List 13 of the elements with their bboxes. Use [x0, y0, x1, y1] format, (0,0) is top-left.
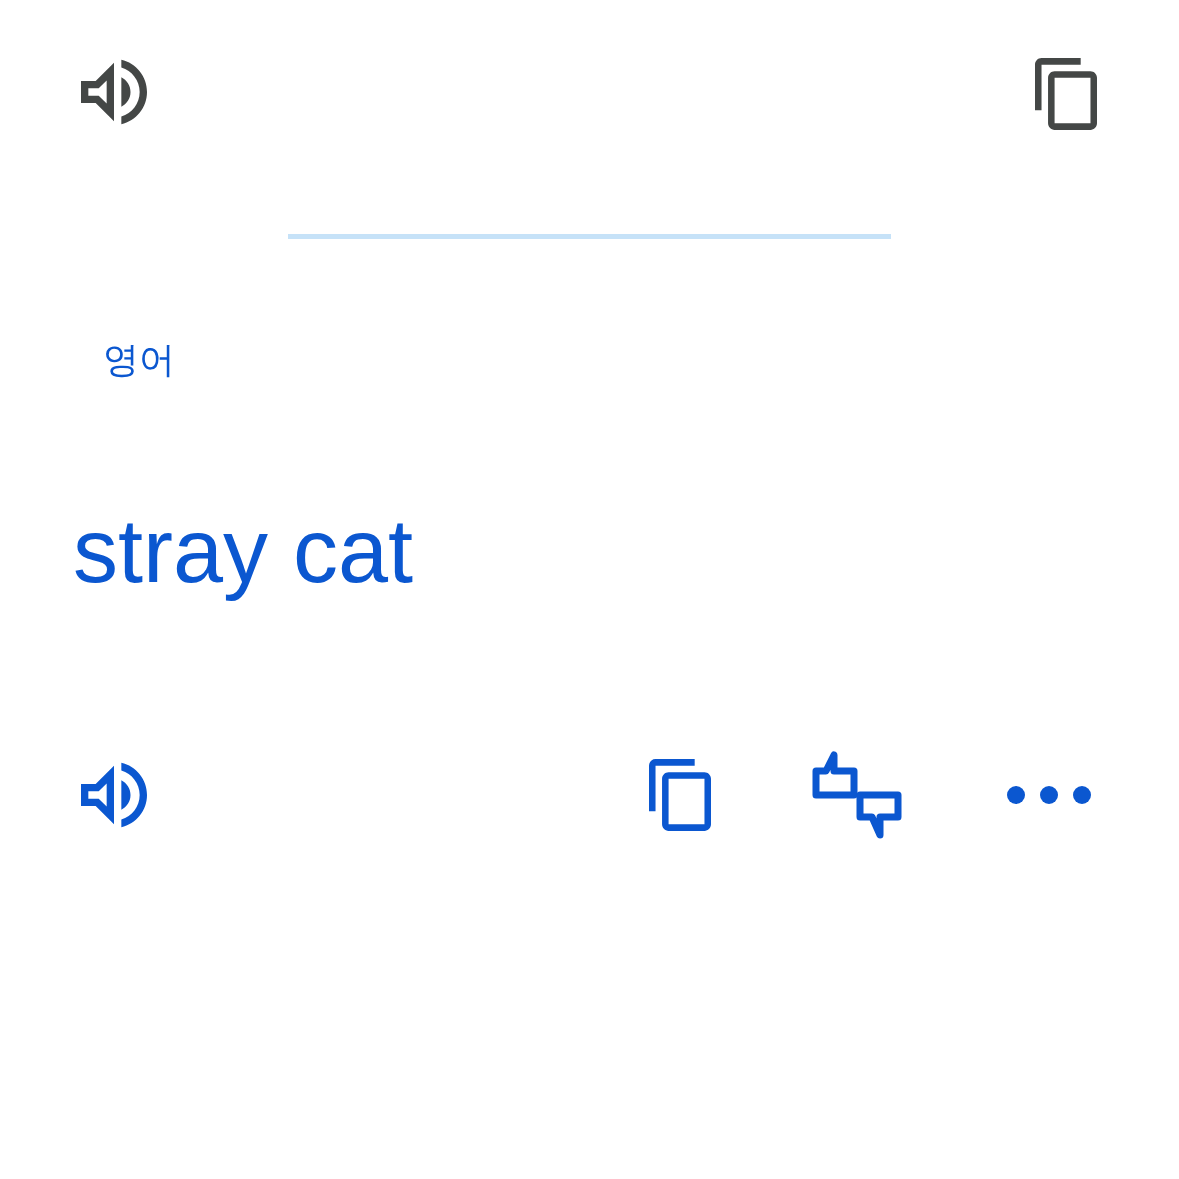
more-icon — [1006, 785, 1092, 805]
feedback-button[interactable] — [812, 751, 902, 839]
thumbs-up-down-icon — [812, 751, 902, 839]
speaker-icon — [81, 762, 147, 828]
copy-button[interactable] — [1034, 58, 1098, 130]
copy-button[interactable] — [648, 759, 712, 831]
speaker-button[interactable] — [80, 761, 148, 829]
copy-icon — [649, 759, 711, 831]
speaker-button[interactable] — [80, 58, 148, 126]
translation-text: stray cat — [73, 501, 414, 601]
source-language-label: 영어 — [103, 339, 175, 380]
copy-icon — [1035, 58, 1097, 130]
speaker-icon — [81, 59, 147, 125]
